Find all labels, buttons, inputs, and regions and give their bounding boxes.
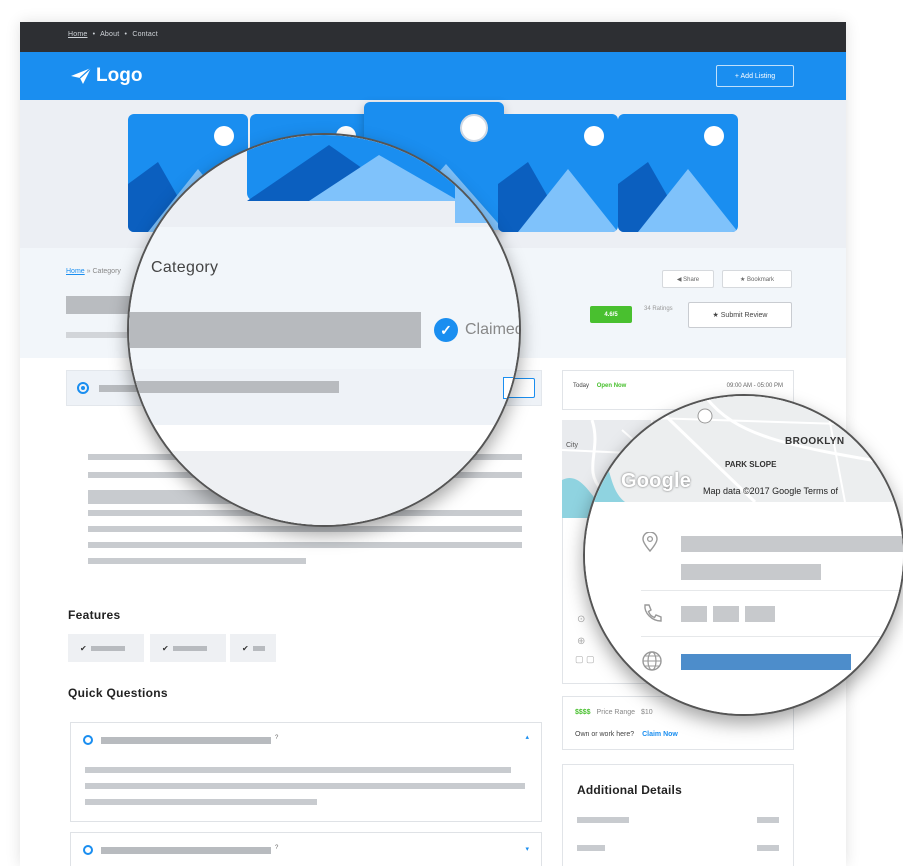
nav-separator: • (92, 31, 96, 38)
breadcrumb-home-link[interactable]: Home (66, 268, 85, 275)
magnified-title-placeholder (129, 312, 421, 348)
website-link-placeholder[interactable] (681, 654, 851, 670)
checkmark-icon: ✔ (80, 643, 87, 653)
map-attribution: Map data ©2017 Google Terms of (703, 486, 839, 496)
address-line-placeholder (681, 564, 821, 580)
quick-questions-heading: Quick Questions (68, 686, 168, 700)
claimed-label: Claimed (465, 321, 521, 338)
detail-label-placeholder (577, 817, 629, 823)
phone-digit-placeholder (681, 606, 707, 622)
submit-review-button[interactable]: ★ Submit Review (688, 302, 792, 328)
magnified-category-label: Category (151, 259, 219, 276)
ratings-count: 34 Ratings (644, 306, 673, 312)
magnified-map: BROOKLYN PARK SLOPE Google Map data ©201… (585, 396, 903, 502)
text-line-placeholder (88, 558, 306, 564)
checkmark-icon: ✔ (242, 643, 249, 653)
additional-details-card: Additional Details (562, 764, 794, 866)
detail-value-placeholder (757, 845, 779, 851)
hours-today-label: Today (573, 383, 590, 389)
phone-digit-placeholder (745, 606, 775, 622)
features-heading: Features (68, 608, 121, 622)
magnified-tagline-placeholder (129, 381, 339, 393)
claimed-check-icon: ✓ (434, 318, 458, 342)
nav-about-link[interactable]: About (100, 31, 119, 38)
map-city-label: City (566, 442, 579, 449)
feature-chip: ✔ (68, 634, 144, 662)
hours-range: 09:00 AM - 05:00 PM (726, 383, 783, 389)
text-line-placeholder (88, 542, 522, 548)
magnifier-lens-map: BROOKLYN PARK SLOPE Google Map data ©201… (583, 394, 903, 716)
breadcrumb-category[interactable]: Category (93, 268, 121, 275)
claim-prompt: Own or work here? (575, 731, 635, 738)
chevron-down-icon[interactable]: ▾ (525, 845, 529, 853)
share-button[interactable]: ◀ Share (662, 270, 714, 288)
rating-badge: 4.6/5 (590, 306, 632, 323)
header: Logo + Add Listing (20, 52, 846, 100)
text-line-placeholder (88, 526, 522, 532)
question-card-expanded[interactable]: ? ▴ (70, 722, 542, 822)
logo-text: Logo (96, 65, 143, 86)
address-line-placeholder (681, 536, 903, 552)
detail-value-placeholder (757, 817, 779, 823)
magnifier-lens-title: Category ✓ Claimed (127, 133, 521, 527)
question-card-collapsed[interactable]: ? ▾ (70, 832, 542, 866)
gallery-image[interactable] (618, 114, 738, 232)
additional-details-heading: Additional Details (577, 783, 682, 797)
nav-contact-link[interactable]: Contact (132, 31, 158, 38)
question-icon (83, 845, 93, 855)
radio-icon (77, 382, 89, 394)
logo[interactable]: Logo (70, 65, 142, 87)
breadcrumb: Home » Category (66, 268, 121, 275)
google-logo: Google (621, 470, 692, 492)
detail-label-placeholder (577, 845, 605, 851)
map-label-park-slope: PARK SLOPE (725, 460, 777, 469)
phone-digit-placeholder (713, 606, 739, 622)
feature-chip: ✔ (150, 634, 226, 662)
answer-line-placeholder (85, 767, 511, 773)
nav-separator: • (124, 31, 128, 38)
question-icon (83, 735, 93, 745)
image-placeholder-icon (618, 126, 738, 232)
paper-plane-icon (71, 67, 92, 84)
image-placeholder-icon (247, 135, 519, 223)
answer-line-placeholder (85, 799, 317, 805)
add-listing-button[interactable]: + Add Listing (716, 65, 794, 87)
bookmark-button[interactable]: ★ Bookmark (722, 270, 792, 288)
question-placeholder (101, 737, 271, 744)
map-label-brooklyn: BROOKLYN (785, 436, 845, 447)
feature-chip: ✔ (230, 634, 276, 662)
claim-now-link[interactable]: Claim Now (642, 731, 678, 738)
checkmark-icon: ✔ (162, 643, 169, 653)
chevron-up-icon[interactable]: ▴ (525, 733, 529, 741)
location-pin-icon (642, 532, 658, 552)
phone-icon (644, 604, 662, 622)
question-placeholder (101, 847, 271, 854)
globe-icon (642, 651, 662, 671)
nav-home-link[interactable]: Home (68, 31, 87, 38)
breadcrumb-separator: » (86, 268, 91, 275)
open-now-status: Open Now (596, 383, 627, 389)
top-bar: Home • About • Contact (20, 22, 846, 52)
top-nav: Home • About • Contact (68, 31, 161, 38)
answer-line-placeholder (85, 783, 525, 789)
